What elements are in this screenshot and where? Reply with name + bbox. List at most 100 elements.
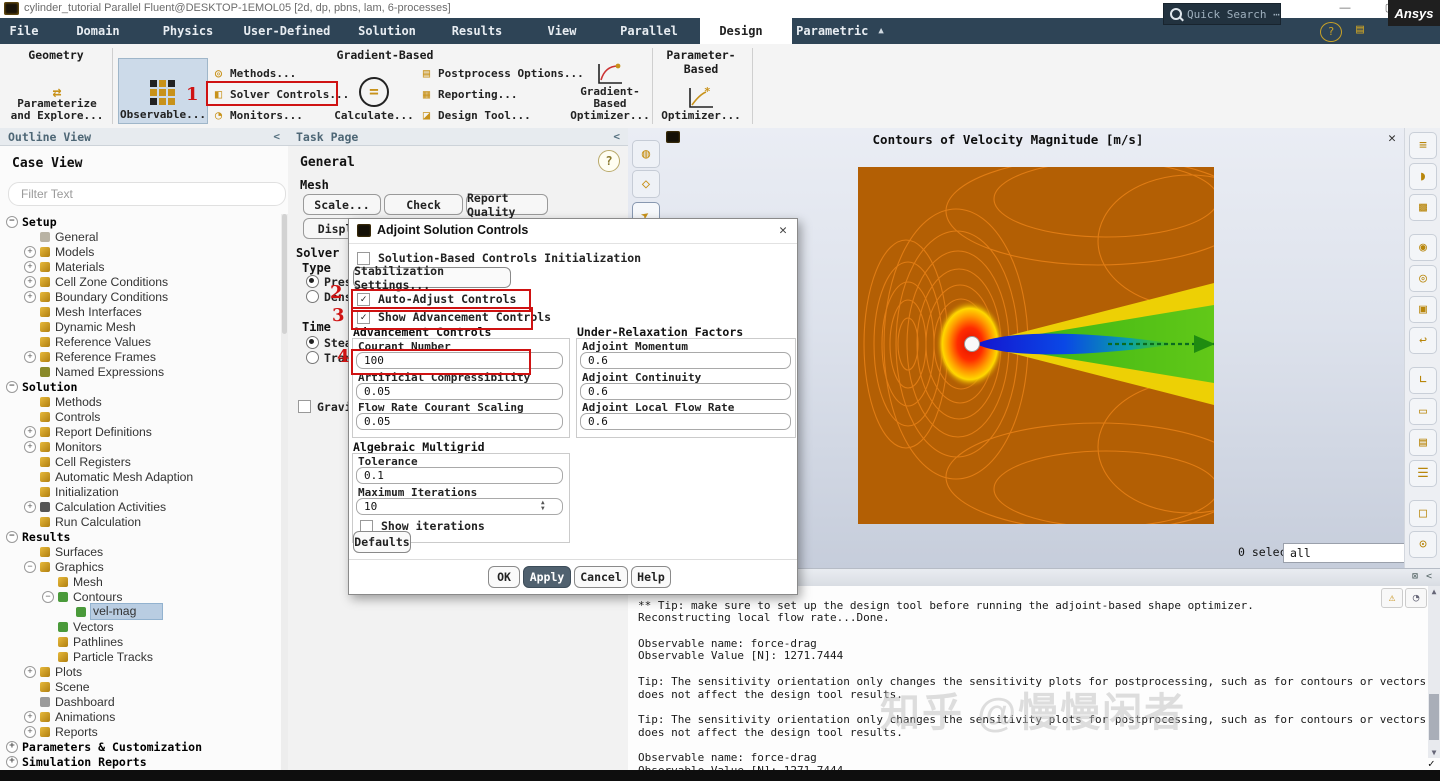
adjoint-local-flow-rate-input[interactable]: 0.6 xyxy=(580,413,791,430)
scroll-down-icon[interactable]: ▼ xyxy=(1428,748,1440,757)
layers-icon[interactable]: ≡ xyxy=(1409,132,1437,159)
snapshot-icon[interactable]: ⊙ xyxy=(1409,531,1437,558)
scale-button[interactable]: Scale... xyxy=(303,194,381,215)
minimize-button[interactable]: — xyxy=(1330,0,1360,17)
tab-view[interactable]: View xyxy=(526,18,608,44)
show-eye-icon[interactable]: ◉ xyxy=(1409,234,1437,261)
gradient-based-optimizer-button[interactable]: Gradient-BasedOptimizer... xyxy=(570,54,650,124)
artificial-compressibility-input[interactable]: 0.05 xyxy=(356,383,563,400)
tree-item[interactable]: Dynamic Mesh xyxy=(0,319,280,334)
show-advancement-checkbox[interactable]: ✓ Show Advancement Controls xyxy=(357,310,551,324)
undo-view-icon[interactable]: ↩ xyxy=(1409,327,1437,354)
expander-icon[interactable]: + xyxy=(24,726,36,738)
monitors-button[interactable]: ◔Monitors... xyxy=(212,106,303,124)
scrollbar-thumb[interactable] xyxy=(1429,694,1439,740)
tree-item[interactable]: Scene xyxy=(0,679,280,694)
tree-item[interactable]: + Plots xyxy=(0,664,280,679)
axes-icon[interactable]: ∟ xyxy=(1409,367,1437,394)
expander-icon[interactable]: − xyxy=(24,561,36,573)
new-window-icon[interactable]: □ xyxy=(1409,500,1437,527)
tree-item[interactable]: Dashboard xyxy=(0,694,280,709)
tree-item[interactable]: Pathlines xyxy=(0,634,280,649)
collapse-panel-icon[interactable]: < xyxy=(613,130,620,143)
tree-item[interactable]: − Graphics xyxy=(0,559,280,574)
expander-icon[interactable]: − xyxy=(6,216,18,228)
spinner-icon[interactable]: ▲▼ xyxy=(541,500,545,512)
tree-item[interactable]: + Reference Frames xyxy=(0,349,280,364)
expander-icon[interactable]: + xyxy=(24,501,36,513)
tab-parallel[interactable]: Parallel xyxy=(608,18,700,44)
apply-button[interactable]: Apply xyxy=(523,566,571,588)
view-cube-icon[interactable]: ◇ xyxy=(632,170,660,198)
expander-icon[interactable]: − xyxy=(6,381,18,393)
design-tool-button[interactable]: ◪Design Tool... xyxy=(420,106,531,124)
expander-icon[interactable]: + xyxy=(24,441,36,453)
adjoint-continuity-input[interactable]: 0.6 xyxy=(580,383,791,400)
scroll-up-icon[interactable]: ▲ xyxy=(1428,587,1440,596)
check-button[interactable]: Check xyxy=(384,194,463,215)
tree-item[interactable]: + Report Definitions xyxy=(0,424,280,439)
console-check-icon[interactable]: ✓ xyxy=(1428,757,1435,770)
filter-text-input[interactable]: Filter Text xyxy=(8,182,286,206)
velocity-contour-plot[interactable] xyxy=(858,167,1214,524)
tree-item[interactable]: + Animations xyxy=(0,709,280,724)
tree-item[interactable]: Controls xyxy=(0,409,280,424)
tab-domain[interactable]: Domain xyxy=(58,18,148,44)
tab-file[interactable]: File xyxy=(0,18,58,44)
adjoint-momentum-input[interactable]: 0.6 xyxy=(580,352,791,369)
expander-icon[interactable]: + xyxy=(24,246,36,258)
console-export-icon[interactable]: ⊠ xyxy=(1412,571,1418,582)
tree-item[interactable]: Named Expressions xyxy=(0,364,280,379)
collapse-panel-icon[interactable]: < xyxy=(273,130,280,143)
tab-results[interactable]: Results xyxy=(438,18,526,44)
expander-icon[interactable]: + xyxy=(24,261,36,273)
graphics-close-icon[interactable]: ✕ xyxy=(1388,131,1396,146)
expander-icon[interactable]: + xyxy=(24,291,36,303)
shaded-view-icon[interactable]: ◗ xyxy=(1409,163,1437,190)
resources-icon[interactable]: ▤ xyxy=(1350,21,1370,39)
tolerance-input[interactable]: 0.1 xyxy=(356,467,563,484)
expander-icon[interactable]: + xyxy=(24,666,36,678)
tree-item[interactable]: Particle Tracks xyxy=(0,649,280,664)
console-scrollbar[interactable]: ▲ ▼ xyxy=(1428,586,1440,758)
tree-item[interactable]: Surfaces xyxy=(0,544,280,559)
console-output[interactable]: ** Tip: make sure to set up the design t… xyxy=(628,586,1440,770)
tree-item[interactable]: Initialization xyxy=(0,484,280,499)
help-button[interactable]: Help xyxy=(631,566,671,588)
flow-rate-courant-scaling-input[interactable]: 0.05 xyxy=(356,413,563,430)
courant-number-input[interactable]: 100 xyxy=(356,352,563,369)
tree-item[interactable]: Cell Registers xyxy=(0,454,280,469)
help-icon[interactable]: ? xyxy=(1320,22,1342,42)
tree-item[interactable]: Automatic Mesh Adaption xyxy=(0,469,280,484)
defaults-button[interactable]: Defaults xyxy=(353,531,411,553)
parameterize-explore-button[interactable]: ⇄ Parameterize and Explore... xyxy=(6,58,108,124)
tree-vel-mag[interactable]: vel-mag xyxy=(0,604,280,619)
tree-item[interactable]: Vectors xyxy=(0,619,280,634)
tab-parametric[interactable]: Parametric▲ xyxy=(792,18,888,44)
report-quality-button[interactable]: Report Quality xyxy=(466,194,548,215)
panel-list-icon[interactable]: ☰ xyxy=(1409,460,1437,487)
tab-physics[interactable]: Physics xyxy=(148,18,238,44)
stabilization-settings-button[interactable]: Stabilization Settings... xyxy=(353,267,511,288)
dialog-close-icon[interactable]: ✕ xyxy=(779,223,787,238)
tree-item[interactable]: + Boundary Conditions xyxy=(0,289,280,304)
maximum-iterations-input[interactable]: 10 xyxy=(356,498,563,515)
console-collapse-icon[interactable]: < xyxy=(1426,571,1432,582)
parameter-based-optimizer-button[interactable]: * Optimizer... xyxy=(662,54,740,124)
tree-parameters-customization[interactable]: + Parameters & Customization xyxy=(0,739,280,754)
expander-icon[interactable]: − xyxy=(42,591,54,603)
postprocess-options-button[interactable]: ▤Postprocess Options... xyxy=(420,64,584,82)
sidebar-scrollbar[interactable] xyxy=(281,214,288,770)
expander-icon[interactable]: + xyxy=(24,426,36,438)
quick-search[interactable]: Quick Search ⋯ xyxy=(1163,3,1281,25)
tree-item[interactable]: + Reports xyxy=(0,724,280,739)
tree-item[interactable]: + Cell Zone Conditions xyxy=(0,274,280,289)
tab-design[interactable]: Design xyxy=(700,18,792,44)
mesh-display-icon[interactable]: ▩ xyxy=(1409,194,1437,221)
copy-screenshot-icon[interactable]: ▣ xyxy=(1409,296,1437,323)
cancel-button[interactable]: Cancel xyxy=(574,566,628,588)
reporting-button[interactable]: ▦Reporting... xyxy=(420,85,517,103)
tree-item[interactable]: Run Calculation xyxy=(0,514,280,529)
tree-item[interactable]: + Materials xyxy=(0,259,280,274)
tree-item[interactable]: + Monitors xyxy=(0,439,280,454)
